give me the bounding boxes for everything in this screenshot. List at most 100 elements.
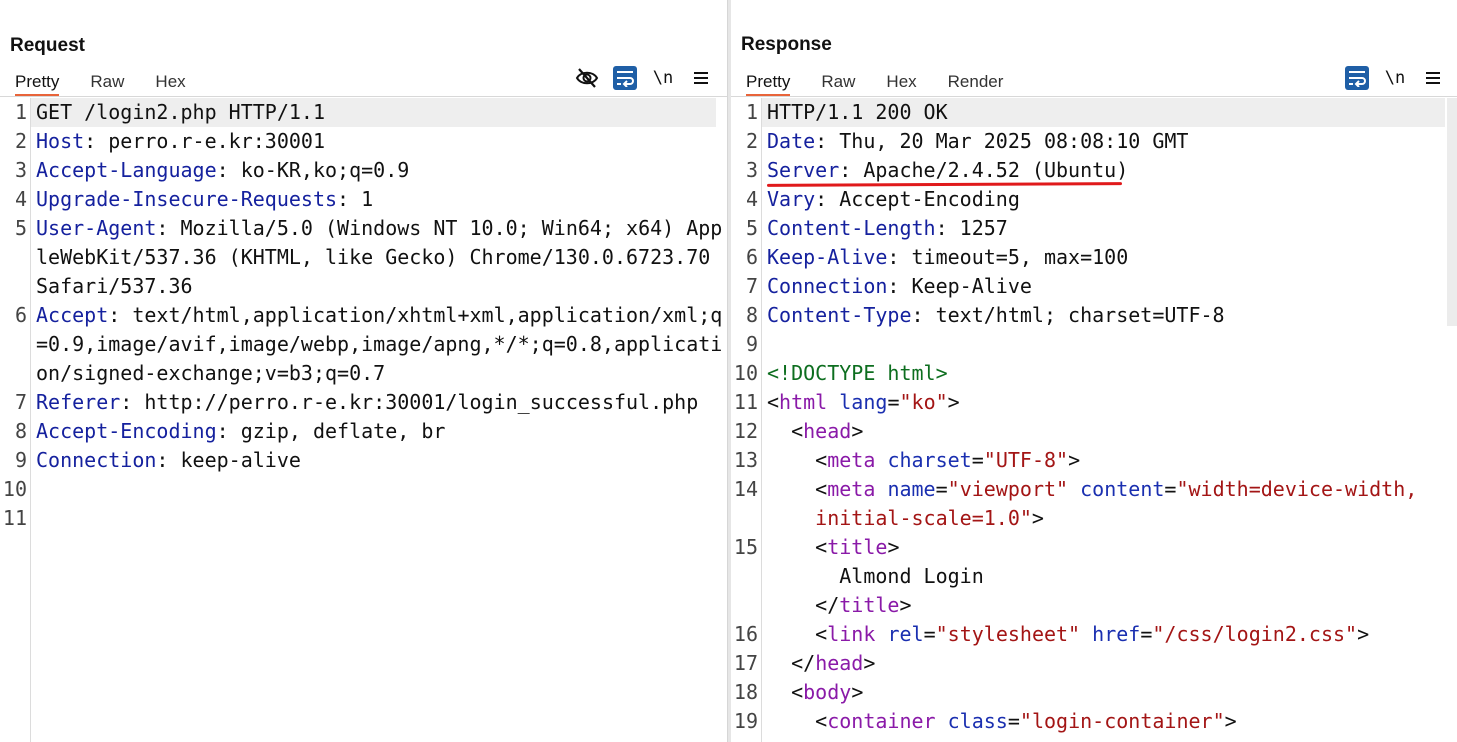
html-attr: name	[887, 477, 936, 501]
code-line: 12 <head>	[731, 417, 1457, 446]
response-title: Response	[741, 34, 832, 55]
request-toolbar: \n	[575, 66, 713, 90]
line-number: 19	[733, 709, 758, 733]
code-line: 1 GET /login2.php HTTP/1.1	[0, 98, 727, 127]
header-key: Host	[36, 129, 85, 153]
request-pane: Request Pretty Raw Hex \n 1 GET /login2.…	[0, 0, 727, 742]
line-number: 11	[733, 390, 758, 414]
code-line: 10	[0, 475, 727, 504]
tab-hex[interactable]: Hex	[155, 68, 185, 96]
newline-icon[interactable]: \n	[1383, 66, 1407, 90]
header-value: : 1	[337, 187, 374, 211]
code-line: 14 <meta name="viewport" content="width=…	[731, 475, 1457, 504]
header-value: : Accept-Encoding	[815, 187, 1020, 211]
html-attr: rel	[887, 622, 924, 646]
header-key: Content-Type	[767, 303, 912, 327]
html-value: "stylesheet"	[935, 622, 1081, 646]
code-line: </title>	[815, 593, 912, 617]
request-editor[interactable]: 1 GET /login2.php HTTP/1.1 2 Host: perro…	[0, 98, 727, 742]
menu-icon[interactable]	[689, 66, 713, 90]
code-line: 9 Connection: keep-alive	[0, 446, 727, 475]
eye-off-icon[interactable]	[575, 66, 599, 90]
code-line: 4 Vary: Accept-Encoding	[731, 185, 1457, 214]
tab-pretty[interactable]: Pretty	[746, 68, 791, 96]
html-attr: content	[1080, 477, 1165, 501]
line-number: 17	[733, 651, 758, 675]
line-number: 12	[733, 419, 758, 443]
tab-hex[interactable]: Hex	[886, 68, 916, 96]
header-key: Connection	[767, 274, 888, 298]
tab-raw[interactable]: Raw	[821, 68, 855, 96]
wrap-icon[interactable]	[613, 66, 637, 90]
tab-pretty[interactable]: Pretty	[15, 68, 60, 96]
wrap-icon[interactable]	[1345, 66, 1369, 90]
header-key: Keep-Alive	[767, 245, 888, 269]
newline-icon[interactable]: \n	[651, 66, 675, 90]
line-number: 3	[14, 158, 27, 182]
header-key: User-Agent	[36, 216, 157, 240]
response-editor[interactable]: 1 HTTP/1.1 200 OK 2 Date: Thu, 20 Mar 20…	[731, 98, 1457, 742]
html-tag: meta	[827, 448, 876, 472]
line-number: 5	[745, 216, 758, 240]
header-value: : Thu, 20 Mar 2025 08:08:10 GMT	[815, 129, 1189, 153]
html-attr: charset	[887, 448, 972, 472]
line-number: 3	[745, 158, 758, 182]
code-line: 13 <meta charset="UTF-8">	[731, 446, 1457, 475]
code-line: 4 Upgrade-Insecure-Requests: 1	[0, 185, 727, 214]
header-key: Referer	[36, 390, 121, 414]
line-number: 1	[745, 100, 758, 124]
line-number: 7	[745, 274, 758, 298]
html-tag: html	[779, 390, 828, 414]
line-number: 4	[14, 187, 27, 211]
scrollbar-thumb[interactable]	[1447, 98, 1457, 326]
header-value: : text/html; charset=UTF-8	[911, 303, 1225, 327]
line-number: 2	[745, 129, 758, 153]
html-value: "login-container"	[1019, 709, 1225, 733]
code-line: 7 Connection: Keep-Alive	[731, 272, 1457, 301]
line-number: 16	[733, 622, 758, 646]
header-key: Accept-Encoding	[36, 419, 217, 443]
line-number: 8	[14, 419, 27, 443]
menu-icon[interactable]	[1421, 66, 1445, 90]
html-tag: title	[839, 593, 900, 617]
code-line: 3 Accept-Language: ko-KR,ko;q=0.9	[0, 156, 727, 185]
header-key: Upgrade-Insecure-Requests	[36, 187, 338, 211]
header-key: Accept	[36, 303, 109, 327]
header-key: Vary	[767, 187, 816, 211]
html-value: "width=device-width,	[1176, 477, 1418, 501]
code-line: 5 User-Agent: Mozilla/5.0 (Windows NT 10…	[0, 214, 727, 301]
code-line: 2 Date: Thu, 20 Mar 2025 08:08:10 GMT	[731, 127, 1457, 156]
html-tag: link	[827, 622, 876, 646]
code-line: 16 <link rel="stylesheet" href="/css/log…	[731, 620, 1457, 649]
status-line: HTTP/1.1 200 OK	[762, 98, 1445, 127]
header-value: : ko-KR,ko;q=0.9	[216, 158, 410, 182]
header-value: : gzip, deflate, br	[216, 419, 446, 443]
line-number: 4	[745, 187, 758, 211]
header-key: Date	[767, 129, 816, 153]
header-key: Accept-Language	[36, 158, 217, 182]
code-line: 7 Referer: http://perro.r-e.kr:30001/log…	[0, 388, 727, 417]
line-number: 9	[14, 448, 27, 472]
response-tabs: Pretty Raw Hex Render	[731, 68, 1034, 96]
response-toolbar: \n	[1345, 66, 1445, 90]
code-line: initial-scale=1.0">	[815, 506, 1044, 530]
tab-rule	[731, 96, 1457, 97]
html-value: initial-scale=1.0"	[815, 506, 1032, 530]
code-line: 6 Accept: text/html,application/xhtml+xm…	[0, 301, 727, 388]
line-number: 8	[745, 303, 758, 327]
response-pane: Response Pretty Raw Hex Render \n 1 HTTP…	[731, 0, 1457, 742]
html-value: "/css/login2.css"	[1152, 622, 1358, 646]
line-number: 1	[14, 100, 27, 124]
html-attr: class	[947, 709, 1008, 733]
code-line: 1 HTTP/1.1 200 OK	[731, 98, 1457, 127]
code-line: 5 Content-Length: 1257	[731, 214, 1457, 243]
code-line: 17 </head>	[731, 649, 1457, 678]
line-number: 14	[733, 477, 758, 501]
tab-raw[interactable]: Raw	[90, 68, 124, 96]
tab-render[interactable]: Render	[948, 68, 1004, 96]
line-number: 13	[733, 448, 758, 472]
code-line: 3 Server: Apache/2.4.52 (Ubuntu)	[731, 156, 1457, 185]
header-value: : Keep-Alive	[887, 274, 1032, 298]
html-tag: head	[803, 419, 852, 443]
title-text: Almond Login	[839, 564, 984, 588]
